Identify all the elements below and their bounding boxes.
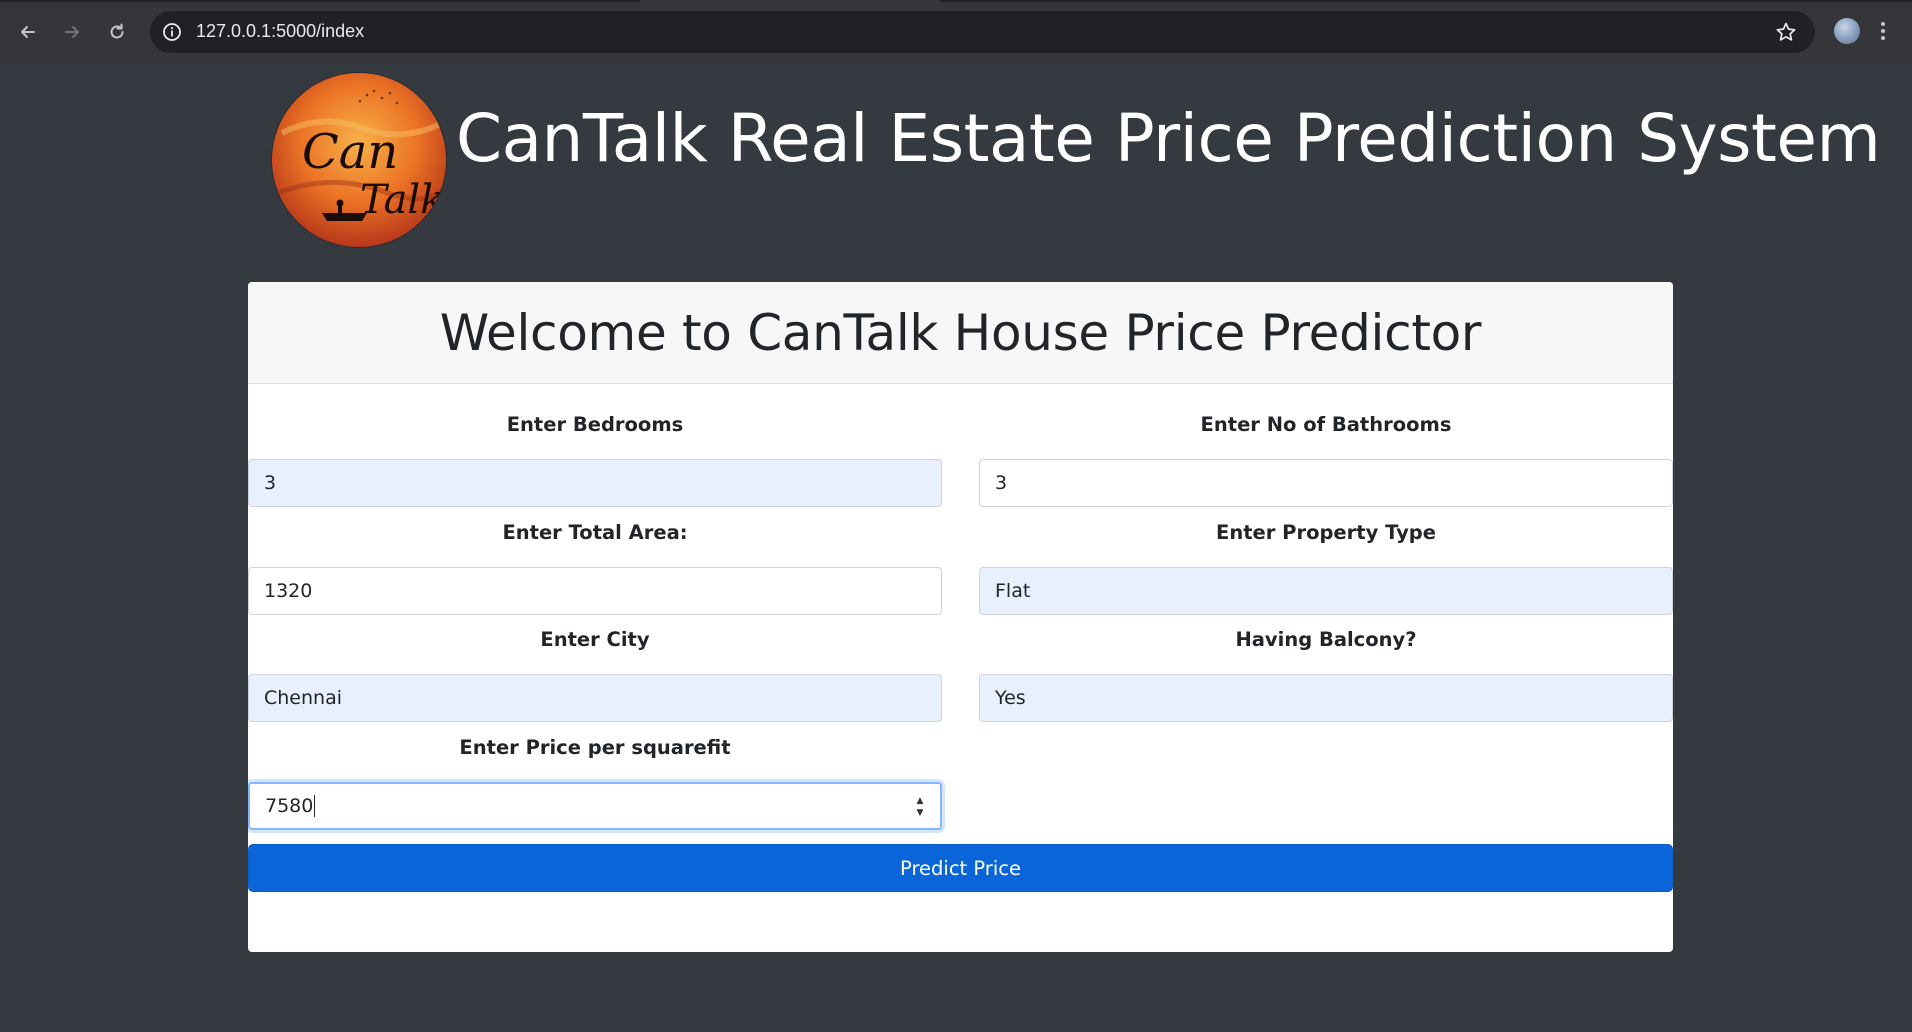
balcony-field: Having Balcony? Yes bbox=[979, 627, 1673, 722]
card-title: Welcome to CanTalk House Price Predictor bbox=[439, 303, 1482, 362]
tab-strip-edge bbox=[940, 0, 1912, 2]
profile-avatar[interactable] bbox=[1834, 18, 1860, 44]
property-type-value: Flat bbox=[995, 580, 1031, 602]
number-stepper[interactable]: ▲ ▼ bbox=[914, 796, 926, 818]
forward-button[interactable] bbox=[56, 16, 88, 48]
area-value: 1320 bbox=[264, 580, 313, 602]
area-input[interactable]: 1320 bbox=[248, 567, 942, 615]
url-text[interactable]: 127.0.0.1:5000/index bbox=[196, 21, 364, 42]
balcony-label: Having Balcony? bbox=[1235, 628, 1417, 651]
tab-strip-edge bbox=[0, 0, 640, 2]
balcony-input[interactable]: Yes bbox=[979, 674, 1673, 722]
price-sqft-value: 7580 bbox=[265, 795, 314, 817]
bathrooms-input[interactable]: 3 bbox=[979, 459, 1673, 507]
bathrooms-field: Enter No of Bathrooms 3 bbox=[979, 412, 1673, 507]
price-sqft-input[interactable]: 7580 ▲ ▼ bbox=[248, 782, 942, 830]
area-label: Enter Total Area: bbox=[502, 521, 688, 544]
bathrooms-value: 3 bbox=[995, 472, 1008, 494]
predictor-card: Welcome to CanTalk House Price Predictor… bbox=[248, 282, 1673, 952]
price-sqft-label: Enter Price per squarefit bbox=[459, 736, 731, 759]
bedrooms-value: 3 bbox=[264, 472, 277, 494]
back-arrow-icon bbox=[21, 26, 35, 38]
reload-button[interactable] bbox=[101, 16, 133, 48]
page-title: CanTalk Real Estate Price Prediction Sys… bbox=[456, 100, 1881, 177]
property-type-field: Enter Property Type Flat bbox=[979, 520, 1673, 615]
info-icon[interactable] bbox=[162, 22, 182, 42]
predict-price-button[interactable]: Predict Price bbox=[248, 844, 1673, 892]
city-label: Enter City bbox=[540, 628, 650, 651]
city-input[interactable]: Chennai bbox=[248, 674, 942, 722]
price-sqft-field: Enter Price per squarefit 7580 ▲ ▼ bbox=[248, 735, 942, 830]
card-header: Welcome to CanTalk House Price Predictor bbox=[248, 282, 1673, 384]
area-field: Enter Total Area: 1320 bbox=[248, 520, 942, 615]
browser-toolbar: 127.0.0.1:5000/index bbox=[0, 0, 1912, 63]
star-icon[interactable] bbox=[1775, 21, 1797, 43]
reload-icon bbox=[110, 23, 124, 39]
property-type-input[interactable]: Flat bbox=[979, 567, 1673, 615]
bathrooms-label: Enter No of Bathrooms bbox=[1200, 413, 1452, 436]
stepper-down-icon[interactable]: ▼ bbox=[917, 808, 924, 818]
kebab-menu-icon[interactable] bbox=[1878, 18, 1888, 44]
address-bar[interactable]: 127.0.0.1:5000/index bbox=[150, 11, 1815, 53]
bedrooms-input[interactable]: 3 bbox=[248, 459, 942, 507]
back-button[interactable] bbox=[12, 16, 44, 48]
cantalk-logo: Can Talk bbox=[272, 73, 446, 247]
text-caret bbox=[314, 795, 316, 817]
property-type-label: Enter Property Type bbox=[1216, 521, 1436, 544]
svg-text:Can: Can bbox=[302, 124, 398, 180]
bedrooms-field: Enter Bedrooms 3 bbox=[248, 412, 942, 507]
svg-text:Talk: Talk bbox=[360, 177, 444, 223]
logo-artwork: Can Talk bbox=[272, 73, 446, 247]
bedrooms-label: Enter Bedrooms bbox=[506, 413, 684, 436]
city-field: Enter City Chennai bbox=[248, 627, 942, 722]
balcony-value: Yes bbox=[995, 687, 1026, 709]
stepper-up-icon[interactable]: ▲ bbox=[917, 796, 924, 806]
forward-arrow-icon bbox=[65, 26, 79, 38]
city-value: Chennai bbox=[264, 687, 343, 709]
